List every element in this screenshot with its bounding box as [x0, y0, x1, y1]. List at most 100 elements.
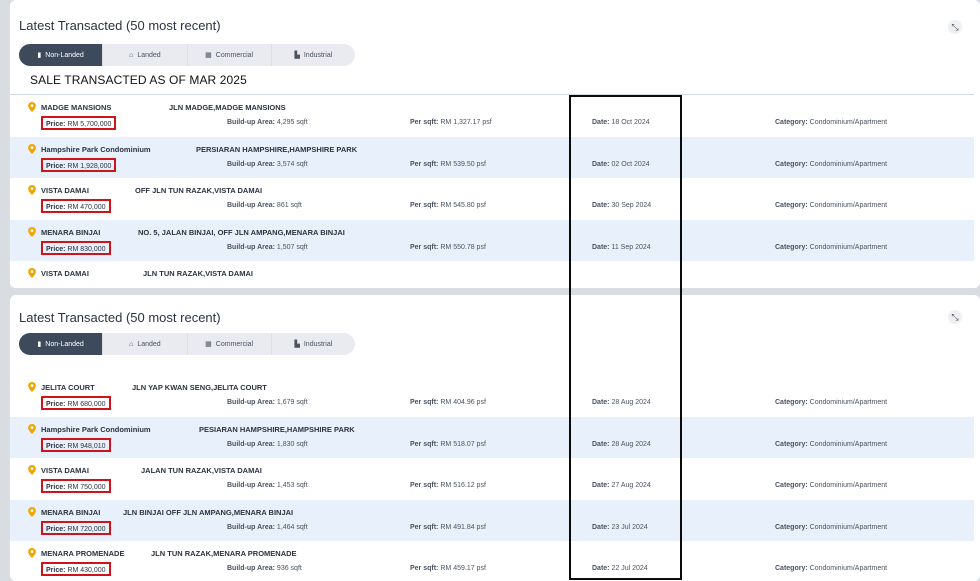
- build-up-area: Build-up Area: 1,507 sqft: [227, 243, 308, 251]
- property-address: JLN YAP KWAN SENG,JELITA COURT: [132, 383, 267, 392]
- tab-commercial[interactable]: ▦ Commercial: [188, 44, 272, 66]
- price-label: Price: RM 750,000: [41, 479, 111, 493]
- property-name[interactable]: JELITA COURT: [41, 383, 95, 392]
- map-pin-icon: [28, 268, 36, 278]
- house-icon: ⌂: [129, 340, 134, 348]
- property-address: JLN BINJAI OFF JLN AMPANG,MENARA BINJAI: [123, 507, 294, 517]
- property-name[interactable]: Hampshire Park Condominium: [41, 425, 151, 434]
- table-row[interactable]: MENARA BINJAI NO. 5, JALAN BINJAI, OFF JL…: [10, 219, 974, 261]
- per-sqft: Per sqft: RM 1,327.17 psf: [410, 119, 492, 126]
- property-name[interactable]: VISTA DAMAI: [41, 186, 89, 195]
- per-sqft: Per sqft: RM 545.80 psf: [410, 202, 486, 209]
- map-pin-icon: [28, 185, 36, 195]
- property-category: Category: Condominium/Apartment: [775, 565, 888, 572]
- map-pin-icon: [28, 506, 36, 517]
- house-icon: ⌂: [129, 51, 134, 59]
- map-pin-icon: [28, 102, 36, 112]
- property-name[interactable]: MENARA BINJAI: [41, 228, 100, 237]
- transaction-date: Date: 28 Aug 2024: [592, 440, 651, 448]
- map-pin-icon: [28, 226, 36, 237]
- per-sqft: Per sqft: RM 518.07 psf: [410, 440, 486, 448]
- grid-icon: ▦: [205, 52, 212, 59]
- collapse-icon[interactable]: ⤡: [948, 20, 962, 34]
- price-label: Price: RM 470,000: [41, 199, 111, 213]
- transaction-date: Date: 28 Aug 2024: [592, 399, 651, 406]
- property-address: PERSIARAN HAMPSHIRE,HAMPSHIRE PARK: [196, 144, 358, 154]
- table-row[interactable]: VISTA DAMAI OFF JLN TUN RAZAK,VISTA DAMAI…: [10, 178, 974, 220]
- property-name[interactable]: MADGE MANSIONS: [41, 103, 111, 112]
- price-label: Price: RM 720,000: [41, 520, 111, 535]
- transaction-date: Date: 11 Sep 2024: [592, 243, 651, 251]
- tab-non-landed[interactable]: ▮ Non-Landed: [19, 44, 104, 66]
- transactions-panel-2: Latest Transacted (50 most recent) ⤡ ▮ No…: [10, 295, 980, 581]
- price-label: Price: RM 5,700,000: [41, 116, 117, 130]
- map-pin-icon: [28, 465, 36, 475]
- property-category: Category: Condominium/Apartment: [775, 119, 888, 126]
- table-row[interactable]: MADGE MANSIONS JLN MADGE,MADGE MANSIONS Pr…: [10, 95, 974, 137]
- transaction-date: Date: 18 Oct 2024: [592, 119, 650, 126]
- property-name[interactable]: Hampshire Park Condominium: [41, 145, 151, 154]
- property-category: Category: Condominium/Apartment: [775, 202, 888, 209]
- map-pin-icon: [28, 423, 36, 434]
- tab-industrial[interactable]: ▙ Industrial: [272, 44, 355, 66]
- property-category: Category: Condominium/Apartment: [775, 482, 888, 489]
- table-row[interactable]: Hampshire Park Condominium PERSIARAN HAMP…: [10, 136, 974, 178]
- table-row[interactable]: MENARA PROMENADE JLN TUN RAZAK,MENARA PRO…: [10, 541, 974, 581]
- property-address: OFF JLN TUN RAZAK,VISTA DAMAI: [135, 186, 263, 195]
- table-row[interactable]: MENARA BINJAI JLN BINJAI OFF JLN AMPANG,M…: [10, 499, 974, 541]
- table-row[interactable]: VISTA DAMAI JLN TUN RAZAK,VISTA DAMAI: [10, 261, 974, 288]
- table-row[interactable]: Hampshire Park Condominium PESIARAN HAMPS…: [10, 416, 974, 458]
- tab-commercial[interactable]: ▦ Commercial: [188, 333, 272, 355]
- property-category: Category: Condominium/Apartment: [775, 160, 888, 168]
- price-label: Price: RM 830,000: [41, 240, 111, 255]
- property-address: NO. 5, JALAN BINJAI, OFF JLN AMPANG,MENA…: [138, 227, 345, 237]
- property-address: JLN TUN RAZAK,VISTA DAMAI: [143, 269, 253, 278]
- property-address: JALAN TUN RAZAK,VISTA DAMAI: [141, 466, 262, 475]
- price-label: Price: RM 680,000: [41, 396, 111, 410]
- panel-title: Latest Transacted (50 most recent): [19, 310, 221, 325]
- transaction-list: MADGE MANSIONS JLN MADGE,MADGE MANSIONS Pr…: [10, 94, 974, 288]
- per-sqft: Per sqft: RM 404.96 psf: [410, 399, 486, 406]
- property-name[interactable]: VISTA DAMAI: [41, 466, 89, 475]
- tab-non-landed[interactable]: ▮ Non-Landed: [19, 333, 104, 355]
- property-category: Category: Condominium/Apartment: [775, 523, 888, 531]
- transactions-panel-1: Latest Transacted (50 most recent) ⤡ ▮ No…: [10, 0, 980, 288]
- property-type-tabs: ▮ Non-Landed ⌂ Landed ▦ Commercial ▙ Industr…: [19, 44, 355, 66]
- table-row[interactable]: VISTA DAMAI JALAN TUN RAZAK,VISTA DAMAI Pr…: [10, 458, 974, 500]
- property-name[interactable]: VISTA DAMAI: [41, 269, 89, 278]
- transaction-date: Date: 30 Sep 2024: [592, 202, 652, 209]
- map-pin-icon: [28, 382, 36, 392]
- per-sqft: Per sqft: RM 459.17 psf: [410, 565, 486, 572]
- per-sqft: Per sqft: RM 550.78 psf: [410, 243, 486, 251]
- transaction-date: Date: 02 Oct 2024: [592, 160, 650, 168]
- price-label: Price: RM 948,010: [41, 437, 111, 452]
- transaction-list: JELITA COURT JLN YAP KWAN SENG,JELITA COU…: [10, 375, 974, 581]
- transaction-date: Date: 22 Jul 2024: [592, 565, 648, 572]
- bookmark-icon: ▮: [37, 52, 42, 59]
- map-pin-icon: [28, 143, 36, 154]
- price-label: Price: RM 430,000: [41, 562, 111, 576]
- property-category: Category: Condominium/Apartment: [775, 243, 888, 251]
- property-name[interactable]: MENARA BINJAI: [41, 508, 100, 517]
- per-sqft: Per sqft: RM 491.84 psf: [410, 523, 486, 531]
- build-up-area: Build-up Area: 936 sqft: [227, 565, 302, 572]
- build-up-area: Build-up Area: 1,679 sqft: [227, 399, 308, 406]
- property-category: Category: Condominium/Apartment: [775, 399, 888, 406]
- property-name[interactable]: MENARA PROMENADE: [41, 549, 124, 558]
- property-category: Category: Condominium/Apartment: [775, 440, 888, 448]
- property-address: JLN TUN RAZAK,MENARA PROMENADE: [151, 549, 297, 558]
- build-up-area: Build-up Area: 4,295 sqft: [227, 119, 308, 126]
- property-address: JLN MADGE,MADGE MANSIONS: [169, 103, 286, 112]
- tab-industrial[interactable]: ▙ Industrial: [272, 333, 355, 355]
- build-up-area: Build-up Area: 1,464 sqft: [227, 523, 308, 531]
- collapse-icon[interactable]: ⤡: [948, 310, 962, 324]
- tab-landed[interactable]: ⌂ Landed: [103, 333, 188, 355]
- map-pin-icon: [28, 548, 36, 558]
- tab-landed[interactable]: ⌂ Landed: [103, 44, 188, 66]
- build-up-area: Build-up Area: 861 sqft: [227, 202, 302, 209]
- build-up-area: Build-up Area: 3,574 sqft: [227, 160, 308, 168]
- panel-title: Latest Transacted (50 most recent): [19, 18, 221, 33]
- table-row[interactable]: JELITA COURT JLN YAP KWAN SENG,JELITA COU…: [10, 375, 974, 417]
- bookmark-icon: ▮: [37, 341, 42, 348]
- transaction-date: Date: 23 Jul 2024: [592, 523, 648, 531]
